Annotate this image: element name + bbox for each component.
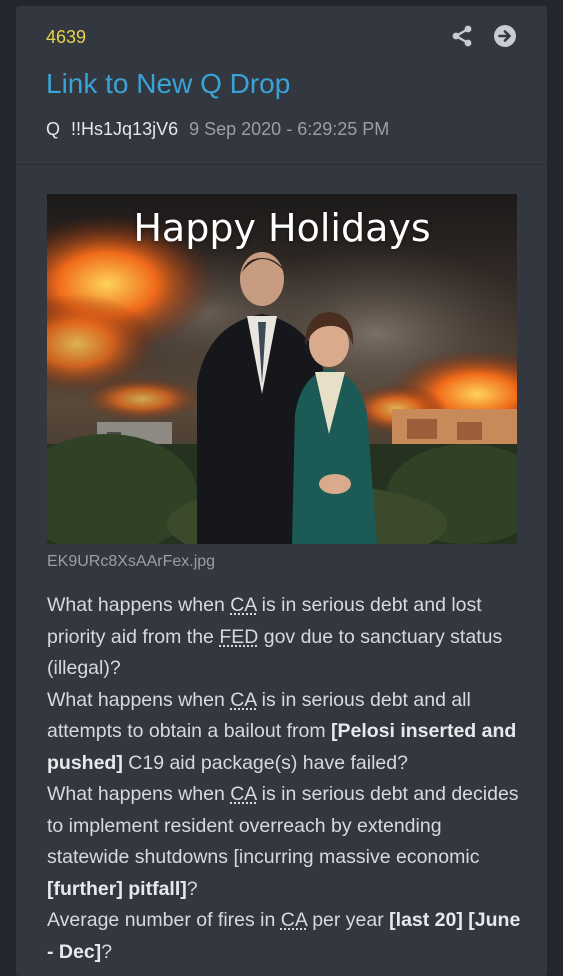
abbr-ca: CA (280, 909, 307, 931)
question-3: What happens when CA is in serious debt … (47, 783, 519, 900)
image-filename-link[interactable]: EK9URc8XsAArFex.jpg (47, 553, 215, 571)
post-header: 4639 Link to New Q Drop Q !!Hs1Jq13jV6 9… (16, 6, 547, 165)
post-card: 4639 Link to New Q Drop Q !!Hs1Jq13jV6 9… (16, 6, 547, 976)
post-image[interactable]: Happy Holidays (47, 194, 517, 544)
post-body: What happens when CA is in serious debt … (47, 590, 527, 968)
abbr-fed: FED (219, 625, 259, 648)
question-4: Average number of fires in CA per year [… (47, 909, 521, 963)
bold-text: pitfall] (128, 877, 187, 900)
abbr-ca: CA (230, 783, 257, 805)
bold-text: [further] (47, 877, 123, 900)
post-date: 9 Sep 2020 - 6:29:25 PM (189, 119, 390, 139)
arrow-circle-right-icon[interactable] (493, 24, 517, 48)
question-1: What happens when CA is in serious debt … (47, 594, 503, 679)
author-name: Q (46, 119, 61, 139)
post-meta: Q !!Hs1Jq13jV6 9 Sep 2020 - 6:29:25 PM (46, 119, 389, 140)
share-icon[interactable] (450, 24, 474, 48)
author-tripcode: !!Hs1Jq13jV6 (71, 119, 179, 139)
post-title-link[interactable]: Link to New Q Drop (46, 68, 290, 100)
bold-text: [last 20] (389, 909, 463, 931)
post-number[interactable]: 4639 (46, 27, 86, 48)
image-caption: Happy Holidays (133, 206, 431, 250)
abbr-ca: CA (230, 594, 257, 616)
question-2: What happens when CA is in serious debt … (47, 688, 517, 774)
abbr-ca: CA (230, 688, 257, 711)
